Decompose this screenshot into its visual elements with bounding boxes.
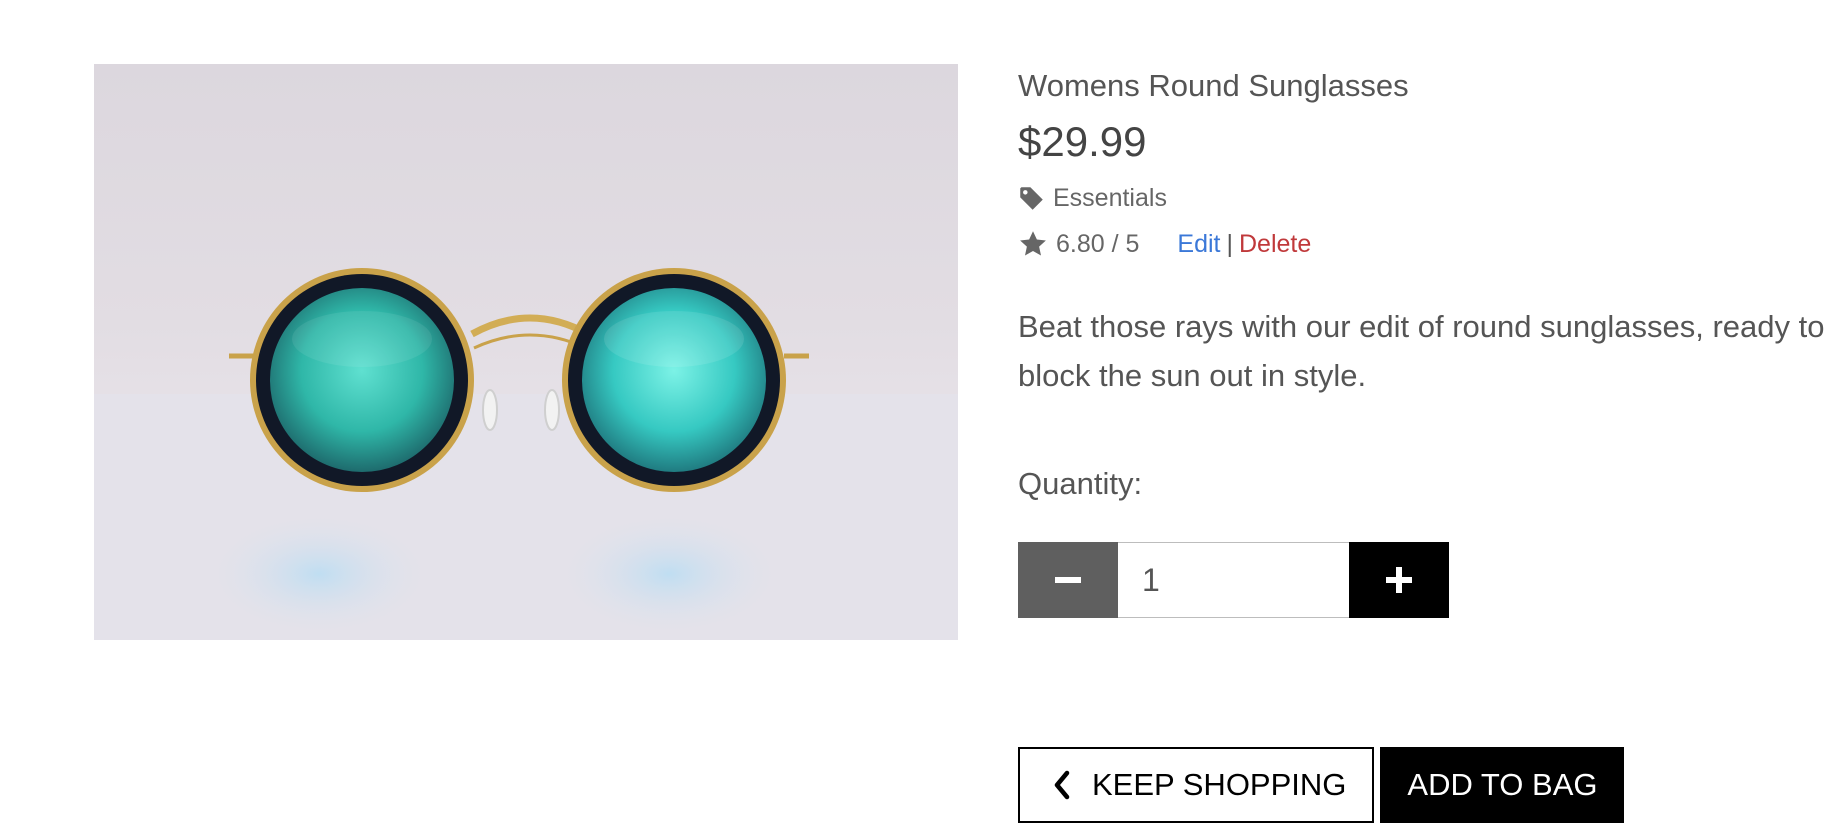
quantity-input[interactable] xyxy=(1118,542,1349,618)
product-name: Womens Round Sunglasses xyxy=(1018,68,1409,103)
product-price: $29.99 xyxy=(1018,118,1147,165)
tag-icon xyxy=(1020,187,1043,210)
chevron-left-icon xyxy=(1054,770,1070,800)
quantity-stepper xyxy=(1018,542,1449,618)
category-label[interactable]: Essentials xyxy=(1053,184,1167,213)
rating-value: 6.80 / 5 xyxy=(1056,229,1140,258)
minus-icon xyxy=(1055,577,1081,583)
product-category: Essentials xyxy=(1018,184,1167,213)
edit-link[interactable]: Edit xyxy=(1177,230,1220,259)
product-detail-page: Womens Round Sunglasses $29.99 Essential… xyxy=(0,0,1846,836)
keep-shopping-label: KEEP SHOPPING xyxy=(1092,767,1347,802)
add-to-bag-label: ADD TO BAG xyxy=(1407,767,1598,802)
decrement-button[interactable] xyxy=(1018,542,1118,618)
product-actions: KEEP SHOPPING ADD TO BAG xyxy=(1018,747,1625,823)
product-description: Beat those rays with our edit of round s… xyxy=(1018,309,1825,393)
star-icon xyxy=(1020,231,1046,256)
delete-link[interactable]: Delete xyxy=(1239,230,1311,259)
add-to-bag-button[interactable]: ADD TO BAG xyxy=(1380,747,1625,823)
product-image xyxy=(94,64,958,640)
plus-icon xyxy=(1386,567,1412,593)
sunglasses-illustration xyxy=(94,268,958,640)
increment-button[interactable] xyxy=(1349,542,1449,618)
quantity-label: Quantity: xyxy=(1018,466,1143,501)
link-separator: | xyxy=(1226,229,1234,258)
product-rating-row: 6.80 / 5 Edit | Delete xyxy=(1018,229,1311,259)
keep-shopping-button[interactable]: KEEP SHOPPING xyxy=(1018,747,1375,823)
